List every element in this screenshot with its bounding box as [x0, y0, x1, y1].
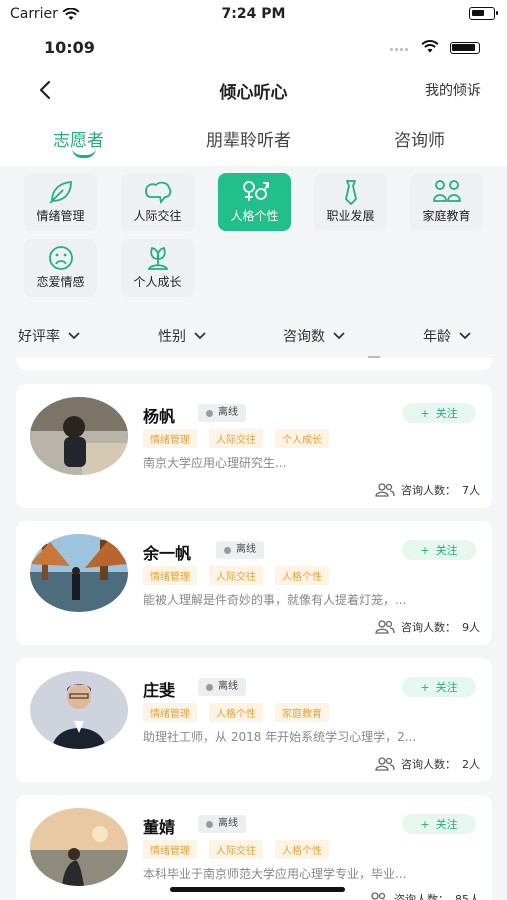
leaf-icon — [48, 181, 72, 204]
avatar — [30, 534, 128, 612]
tag: 人际交往 — [209, 840, 263, 859]
volunteer-intro: 助理社工师，从 2018 年开始系统学习心理学，2... — [143, 730, 417, 744]
family-icon — [432, 180, 461, 202]
follow-button[interactable]: + 关注 — [402, 540, 476, 560]
chat-bubbles-icon — [144, 181, 171, 205]
my-complaints-link[interactable]: 我的倾诉 — [425, 80, 481, 100]
plus-icon: + — [420, 680, 430, 694]
volunteer-intro: 能被人理解是件奇妙的事，就像有人提着灯笼，... — [143, 593, 407, 607]
home-indicator[interactable] — [170, 887, 345, 892]
chevron-down-icon — [333, 332, 345, 340]
plus-icon: + — [420, 543, 430, 557]
device-time: 10:09 — [44, 38, 95, 57]
category-personal-growth[interactable]: 个人成长 — [121, 239, 194, 297]
plus-icon: + — [420, 406, 430, 420]
filter-consult-count[interactable]: 咨询数 — [283, 326, 345, 346]
system-status-bar: Carrier 7:24 PM — [0, 0, 507, 30]
tab-bar: 志愿者 朋辈聆听者 咨询师 — [0, 114, 507, 166]
volunteer-name: 庄斐 — [143, 681, 176, 700]
battery-icon — [469, 7, 498, 20]
filter-gender[interactable]: 性别 — [158, 326, 206, 346]
follow-button[interactable]: + 关注 — [402, 677, 476, 697]
follow-button[interactable]: + 关注 — [402, 814, 476, 834]
card-edge — [16, 358, 492, 370]
tag-list: 情绪管理 人际交往 人格个性 — [143, 566, 329, 585]
status-badge: 离线 — [198, 404, 246, 422]
system-time: 7:24 PM — [221, 6, 286, 22]
category-personality[interactable]: 人格个性 — [218, 173, 291, 231]
avatar — [30, 671, 128, 749]
tag: 个人成长 — [275, 429, 329, 448]
consult-count: 咨询人数： 2人 — [375, 756, 480, 772]
tag: 人格个性 — [209, 703, 263, 722]
device-status-bar: 10:09 — [0, 30, 507, 66]
plus-icon: + — [420, 817, 430, 831]
volunteer-name: 余一帆 — [143, 544, 192, 563]
volunteer-card[interactable]: 董婧 离线 + 关注 情绪管理 人际交往 人格个性 本科毕业于南京师范大学应用心理… — [16, 795, 492, 900]
consult-count: 咨询人数： 85人 — [368, 891, 480, 900]
avatar — [30, 397, 128, 475]
people-icon — [375, 757, 395, 771]
volunteer-card[interactable]: 庄斐 离线 + 关注 情绪管理 人格个性 家庭教育 助理社工师，从 2018 年开… — [16, 658, 492, 782]
tab-active-indicator — [72, 148, 96, 158]
category-interpersonal[interactable]: 人际交往 — [121, 173, 194, 231]
sad-face-icon — [48, 246, 73, 270]
chevron-down-icon — [459, 332, 471, 340]
tag-list: 情绪管理 人际交往 个人成长 — [143, 429, 329, 448]
category-family-education[interactable]: 家庭教育 — [410, 173, 483, 231]
chevron-down-icon — [194, 332, 206, 340]
tag-list: 情绪管理 人际交往 人格个性 — [143, 840, 329, 859]
volunteer-intro: 南京大学应用心理研究生... — [143, 456, 287, 470]
tag: 情绪管理 — [143, 703, 197, 722]
category-emotion-management[interactable]: 情绪管理 — [24, 173, 97, 231]
filter-age[interactable]: 年龄 — [423, 326, 471, 346]
wifi-icon — [421, 40, 439, 53]
status-badge: 离线 — [216, 541, 264, 559]
signal-dots-icon — [390, 48, 408, 51]
tab-counselor[interactable]: 咨询师 — [394, 126, 445, 151]
tag: 人际交往 — [209, 429, 263, 448]
filter-rating[interactable]: 好评率 — [18, 326, 80, 346]
people-icon — [375, 483, 395, 497]
category-love[interactable]: 恋爱情感 — [24, 239, 97, 297]
tag: 人格个性 — [275, 840, 329, 859]
tie-icon — [344, 180, 357, 205]
volunteer-card[interactable]: 余一帆 离线 + 关注 情绪管理 人际交往 人格个性 能被人理解是件奇妙的事，就像… — [16, 521, 492, 645]
avatar — [30, 808, 128, 886]
status-badge: 离线 — [198, 815, 246, 833]
consult-count: 咨询人数： 7人 — [375, 482, 480, 498]
tag: 情绪管理 — [143, 429, 197, 448]
follow-button[interactable]: + 关注 — [402, 403, 476, 423]
tag: 人格个性 — [275, 566, 329, 585]
volunteer-name: 董婧 — [143, 818, 176, 837]
status-badge: 离线 — [198, 678, 246, 696]
gender-icon — [242, 181, 269, 201]
tag: 人际交往 — [209, 566, 263, 585]
tab-peer-listener[interactable]: 朋辈聆听者 — [206, 126, 291, 151]
tag-list: 情绪管理 人格个性 家庭教育 — [143, 703, 329, 722]
battery-icon — [450, 42, 480, 54]
growth-icon — [147, 246, 168, 270]
category-grid: 情绪管理 人际交往 人格个性 职业发展 家庭教育 恋爱情感 个人成长 — [0, 166, 507, 306]
people-icon — [375, 620, 395, 634]
category-career[interactable]: 职业发展 — [314, 173, 387, 231]
filter-bar: 好评率 性别 咨询数 年龄 — [0, 318, 507, 354]
tag: 情绪管理 — [143, 840, 197, 859]
nav-header: 倾心听心 我的倾诉 — [0, 66, 507, 114]
volunteer-name: 杨帆 — [143, 407, 176, 426]
consult-count: 咨询人数： 9人 — [375, 619, 480, 635]
people-icon — [371, 892, 386, 900]
tag: 家庭教育 — [275, 703, 329, 722]
volunteer-card[interactable]: 杨帆 离线 + 关注 情绪管理 人际交往 个人成长 南京大学应用心理研究生... … — [16, 384, 492, 508]
volunteer-intro: 本科毕业于南京师范大学应用心理学专业，毕业... — [143, 867, 407, 881]
chevron-down-icon — [68, 332, 80, 340]
tag: 情绪管理 — [143, 566, 197, 585]
